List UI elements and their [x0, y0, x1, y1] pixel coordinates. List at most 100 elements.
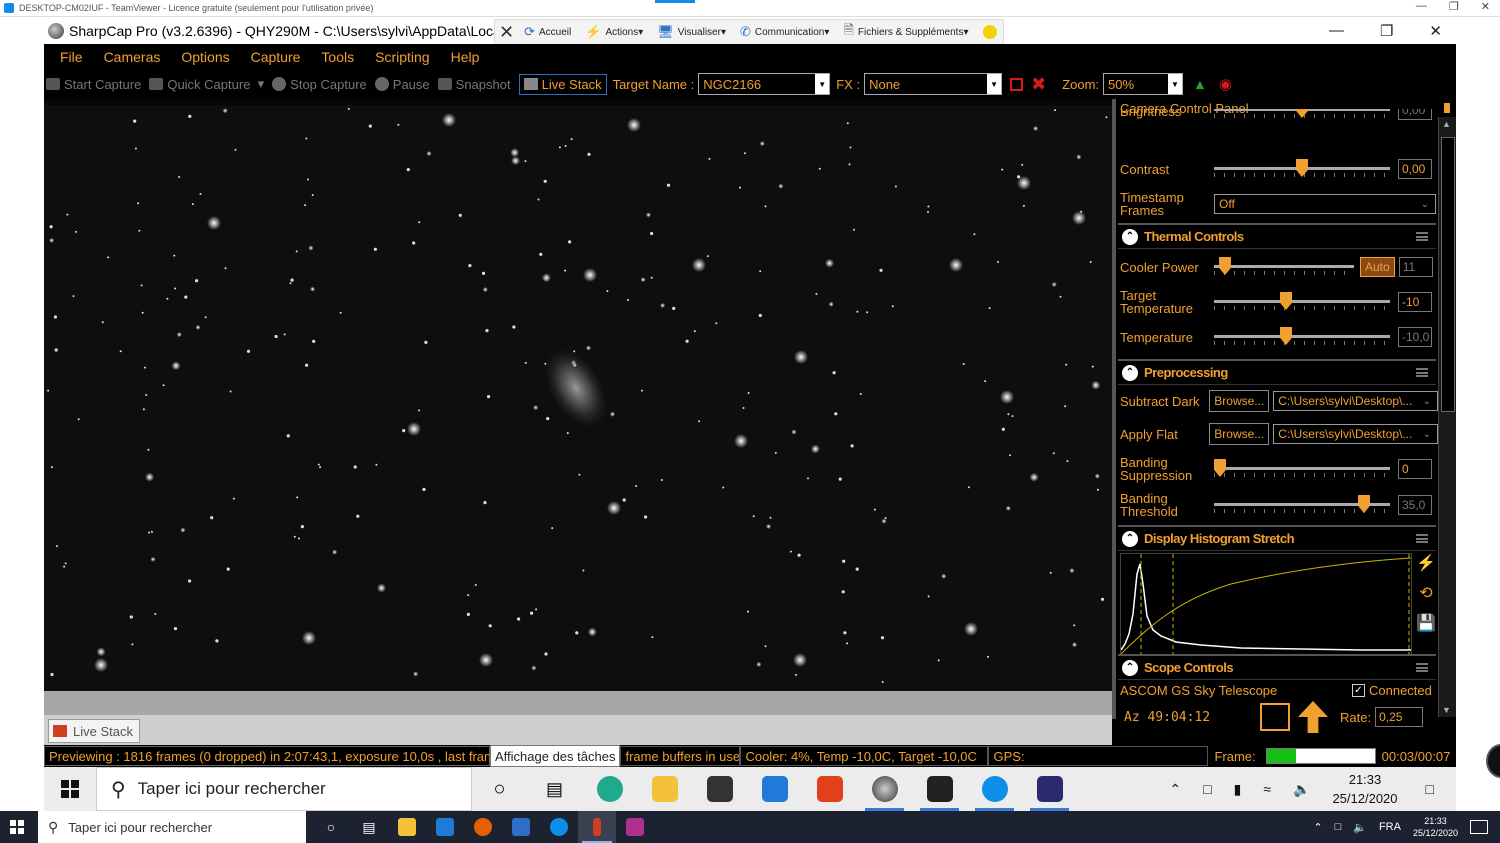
minimize-icon[interactable]: — [1329, 22, 1344, 39]
cooler-power-slider[interactable] [1214, 257, 1354, 277]
local-explorer-app[interactable] [388, 811, 426, 843]
language-indicator[interactable]: FRA [1379, 821, 1401, 833]
rate-select[interactable]: 0,25 [1375, 707, 1424, 727]
cooler-power-value[interactable]: 11 [1398, 257, 1433, 277]
banding-suppression-value[interactable]: 0 [1398, 459, 1432, 479]
tray-device-icon[interactable]: □ [1335, 821, 1342, 833]
menu-options[interactable]: Options [181, 49, 229, 65]
menu-scripting[interactable]: Scripting [375, 49, 429, 65]
banding-threshold-slider[interactable] [1214, 495, 1390, 515]
target-temperature-value[interactable]: -10 [1398, 292, 1432, 312]
menu-cameras[interactable]: Cameras [104, 49, 161, 65]
section-menu-icon[interactable] [1416, 663, 1428, 672]
crosshair-icon[interactable]: ✖ [1031, 74, 1046, 95]
tv-home-button[interactable]: ⟳ Accueil [524, 24, 571, 40]
teamviewer-side-button[interactable] [1486, 744, 1500, 778]
pause-button[interactable]: Pause [374, 77, 430, 92]
snapshot-button[interactable]: Snapshot [437, 77, 511, 92]
contrast-value[interactable]: 0,00 [1398, 159, 1432, 179]
subtract-dark-browse-button[interactable]: Browse... [1209, 390, 1270, 412]
teamviewer-app[interactable] [967, 767, 1022, 811]
local-mail-app[interactable] [426, 811, 464, 843]
live-stack-button[interactable]: Live Stack [518, 73, 607, 95]
local-clock[interactable]: 21:33 25/12/2020 [1413, 815, 1458, 839]
local-calculator-app[interactable] [502, 811, 540, 843]
tray-chevron-icon[interactable]: ⌃ [1169, 781, 1181, 798]
store-app[interactable] [692, 767, 747, 811]
section-menu-icon[interactable] [1416, 232, 1428, 241]
local-cortana-button[interactable]: ○ [312, 811, 350, 843]
target-name-input[interactable]: NGC2166 ▼ [698, 73, 831, 95]
explorer-app[interactable] [637, 767, 692, 811]
collapse-icon[interactable]: ⌃ [1122, 530, 1138, 547]
banding-suppression-slider[interactable] [1214, 459, 1390, 479]
menu-file[interactable]: File [60, 49, 83, 65]
start-button[interactable] [44, 767, 96, 811]
edge-app[interactable] [582, 767, 637, 811]
menu-help[interactable]: Help [451, 49, 480, 65]
close-icon[interactable]: ✕ [1429, 22, 1442, 40]
local-task-view-button[interactable]: ▤ [350, 811, 388, 843]
wifi-icon[interactable]: ≈ [1263, 781, 1271, 797]
auto-stretch-icon[interactable]: ⚡ [1416, 553, 1436, 573]
tv-actions-button[interactable]: ⚡ Actions ▾ [585, 24, 643, 40]
cortana-button[interactable]: ○ [472, 767, 527, 811]
tray-device-icon[interactable]: □ [1203, 781, 1211, 797]
tv-view-button[interactable]: 🖥 Visualiser ▾ [657, 24, 726, 40]
app-moon[interactable] [912, 767, 967, 811]
north-arrow-icon[interactable] [1298, 701, 1328, 733]
scroll-down-icon[interactable]: ▼ [1442, 705, 1451, 715]
task-view-button[interactable]: ▤ [527, 767, 582, 811]
minimize-icon[interactable]: — [1416, 0, 1427, 13]
volume-icon[interactable]: 🔈 [1353, 821, 1367, 834]
volume-icon[interactable]: 🔈 [1293, 781, 1310, 798]
apply-flat-select[interactable]: C:\Users\sylvi\Desktop\... ⌄ [1273, 424, 1438, 444]
histogram-display[interactable] [1120, 553, 1412, 655]
restore-icon[interactable]: ❐ [1449, 0, 1459, 13]
close-session-icon[interactable]: ✕ [499, 22, 514, 43]
restore-icon[interactable]: ❐ [1380, 22, 1393, 40]
save-icon[interactable]: 💾 [1416, 613, 1436, 633]
battery-icon[interactable]: ▮ [1234, 781, 1242, 798]
sharpcap-app[interactable] [857, 767, 912, 811]
timestamp-select[interactable]: Off ⌄ [1214, 194, 1436, 214]
close-icon[interactable]: ✕ [1481, 0, 1490, 13]
mail-app[interactable] [747, 767, 802, 811]
subtract-dark-select[interactable]: C:\Users\sylvi\Desktop\... ⌄ [1273, 391, 1438, 411]
collapse-icon[interactable]: ⌃ [1122, 364, 1138, 381]
notification-icon[interactable]: □ [1426, 781, 1434, 797]
image-viewer[interactable] [44, 99, 1112, 691]
thermal-controls-header[interactable]: ⌃ Thermal Controls [1118, 223, 1436, 249]
remote-clock[interactable]: 21:33 25/12/2020 [1332, 770, 1397, 808]
stellarium-app[interactable] [1022, 767, 1077, 811]
histogram-stretch-header[interactable]: ⌃ Display Histogram Stretch [1118, 525, 1436, 551]
menu-tools[interactable]: Tools [321, 49, 354, 65]
apply-flat-browse-button[interactable]: Browse... [1209, 423, 1270, 445]
collapse-icon[interactable]: ⌃ [1122, 228, 1138, 245]
local-firefox-app[interactable] [464, 811, 502, 843]
local-search-box[interactable]: ⚲ Taper ici pour rechercher [38, 811, 306, 843]
start-capture-button[interactable]: Start Capture [46, 77, 141, 92]
stop-capture-button[interactable]: Stop Capture [272, 77, 367, 92]
tv-files-button[interactable]: 🗎 Fichiers & Suppléments ▾ [843, 21, 968, 43]
office-app[interactable] [802, 767, 857, 811]
tray-chevron-icon[interactable]: ⌃ [1313, 821, 1322, 834]
collapse-icon[interactable]: ⌃ [1122, 659, 1138, 676]
local-start-button[interactable] [10, 820, 24, 834]
target-temperature-slider[interactable] [1214, 292, 1390, 312]
feedback-smiley-icon[interactable] [982, 25, 997, 39]
local-teamviewer-app[interactable] [540, 811, 578, 843]
preprocessing-header[interactable]: ⌃ Preprocessing [1118, 359, 1436, 385]
selection-area-icon[interactable] [1010, 77, 1024, 91]
contrast-slider[interactable] [1214, 159, 1390, 179]
pin-icon[interactable] [1444, 103, 1450, 113]
connected-checkbox[interactable]: ✓ [1352, 684, 1365, 697]
menu-capture[interactable]: Capture [251, 49, 301, 65]
scroll-thumb[interactable] [1441, 137, 1455, 412]
live-stack-tab[interactable]: Live Stack [48, 719, 140, 743]
reset-icon[interactable]: ⟲ [1416, 583, 1436, 603]
fx-select[interactable]: None ▼ [864, 73, 1003, 95]
notification-icon[interactable] [1470, 820, 1488, 834]
stop-slew-icon[interactable] [1260, 703, 1290, 731]
quick-capture-button[interactable]: Quick Capture ▾ [149, 76, 264, 92]
